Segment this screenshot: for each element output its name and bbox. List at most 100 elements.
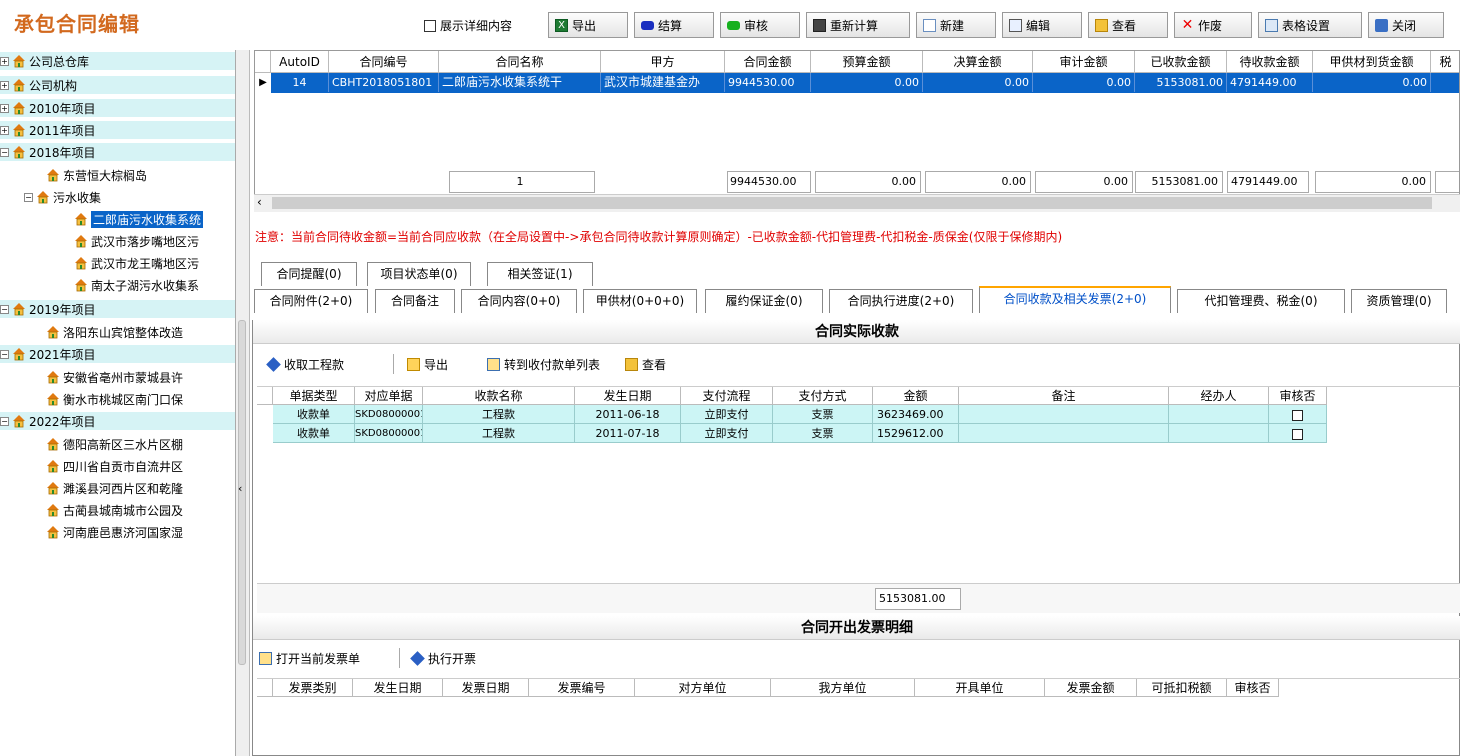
expand-icon[interactable]: + [0,56,9,66]
cell-date[interactable]: 2011-07-18 [575,424,681,443]
column-header[interactable]: 合同名称 [439,51,601,73]
column-header[interactable]: 税 [1431,51,1459,73]
tree-node[interactable]: 德阳高新区三水片区棚 [46,435,235,453]
collapse-icon[interactable]: − [0,416,9,426]
column-header[interactable]: 单据类型 [273,387,355,405]
tree-node[interactable]: 武汉市龙王嘴地区污 [74,254,235,272]
cell-receipt-name[interactable]: 工程款 [423,424,575,443]
tree-node[interactable]: − 2019年项目 [0,300,235,318]
column-header[interactable]: 甲供材到货金额 [1313,51,1431,73]
column-header[interactable]: 收款名称 [423,387,575,405]
cell-budget[interactable]: 0.00 [811,73,923,92]
tree-node[interactable]: 南太子湖污水收集系 [74,276,235,294]
checkbox-box[interactable] [424,19,436,32]
scroll-thumb[interactable] [272,197,1432,209]
tree-node[interactable]: 古蔺县城南城市公园及 [46,501,235,519]
cell-contract-name[interactable]: 二郎庙污水收集系统干 [439,73,601,92]
table-settings-button[interactable]: 表格设置 [1258,12,1362,38]
tree-node[interactable]: 安徽省亳州市蒙城县许 [46,368,235,386]
cell-doc-type[interactable]: 收款单 [273,424,355,443]
column-header[interactable]: 预算金额 [811,51,923,73]
cell-handler[interactable] [1169,405,1269,424]
column-header[interactable]: 发票金额 [1045,679,1137,697]
column-header[interactable]: 我方单位 [771,679,915,697]
cell-audited[interactable] [1269,405,1327,424]
cell-doc-no[interactable]: SKD080000011 [355,424,423,443]
column-header[interactable]: AutoID [271,51,329,73]
tree-node[interactable]: 濉溪县河西片区和乾隆 [46,479,235,497]
column-header[interactable]: 发票日期 [443,679,529,697]
tree-node[interactable]: 武汉市落步嘴地区污 [74,232,235,250]
column-header[interactable]: 审核否 [1227,679,1279,697]
cell-pending[interactable]: 4791449.00 [1227,73,1313,92]
cell-material[interactable]: 0.00 [1313,73,1431,92]
cell-handler[interactable] [1169,424,1269,443]
tree-node[interactable]: − 污水收集 [24,188,235,206]
tree-node[interactable]: 四川省自贡市自流井区 [46,457,235,475]
show-detail-checkbox[interactable]: 展示详细内容 [424,17,512,34]
audit-checkbox[interactable] [1292,409,1303,421]
column-header[interactable]: 待收款金额 [1227,51,1313,73]
tab-contract-content[interactable]: 合同内容(0+0) [461,289,577,313]
tree-node[interactable]: +2011年项目 [0,121,235,139]
tab-remarks[interactable]: 合同备注 [375,289,455,313]
tab-performance-bond[interactable]: 履约保证金(0) [705,289,823,313]
view-button[interactable]: 查看 [1088,12,1168,38]
tree-node[interactable]: 河南鹿邑惠济河国家湿 [46,523,235,541]
tree-node-selected[interactable]: 二郎庙污水收集系统 [74,210,235,228]
tree-node[interactable]: − 2018年项目 [0,143,235,161]
tree-node[interactable]: 东营恒大棕榈岛 [46,166,235,184]
table-row[interactable]: 收款单 SKD080000011 工程款 2011-07-18 立即支付 支票 … [273,424,1327,443]
issue-invoice-button[interactable]: 执行开票 [410,650,476,667]
column-header[interactable]: 支付方式 [773,387,873,405]
collect-payment-button[interactable]: 收取工程款 [266,356,344,373]
column-header[interactable]: 对应单据 [355,387,423,405]
tree-node[interactable]: + 公司机构 [0,76,235,94]
cell-received[interactable]: 5153081.00 [1135,73,1227,92]
column-header[interactable]: 甲方 [601,51,725,73]
tab-attachments[interactable]: 合同附件(2+0) [254,289,368,313]
column-header[interactable]: 合同编号 [329,51,439,73]
cell-contract-no[interactable]: CBHT2018051801 [329,73,439,92]
cell-flow[interactable]: 立即支付 [681,424,773,443]
cell-doc-type[interactable]: 收款单 [273,405,355,424]
tab-receipts-invoices[interactable]: 合同收款及相关发票(2+0) [979,286,1171,313]
column-header[interactable]: 对方单位 [635,679,771,697]
void-button[interactable]: ✕ 作废 [1174,12,1252,38]
cell-autoid[interactable]: 14 [271,73,329,92]
collapse-icon[interactable]: − [0,147,9,157]
tree-node[interactable]: 衡水市桃城区南门口保 [46,390,235,408]
cell-audit[interactable]: 0.00 [1033,73,1135,92]
tree-node[interactable]: 洛阳东山宾馆整体改造 [46,323,235,341]
cell-party-a[interactable]: 武汉市城建基金办 [601,73,725,92]
column-header[interactable]: 发票编号 [529,679,635,697]
tab-project-status[interactable]: 项目状态单(0) [367,262,471,286]
settle-button[interactable]: 结算 [634,12,714,38]
expand-icon[interactable]: + [0,125,9,135]
splitter[interactable]: ‹ [236,50,250,756]
table-row[interactable]: 收款单 SKD080000010 工程款 2011-06-18 立即支付 支票 … [273,405,1327,424]
goto-payment-list-button[interactable]: 转到收付款单列表 [487,356,600,373]
cell-doc-no[interactable]: SKD080000010 [355,405,423,424]
new-button[interactable]: 新建 [916,12,996,38]
tab-supplied-material[interactable]: 甲供材(0+0+0) [583,289,697,313]
tree-node[interactable]: + 公司总仓库 [0,52,235,70]
collapse-icon[interactable]: − [0,304,9,314]
tree-node[interactable]: − 2022年项目 [0,412,235,430]
cell-receipt-name[interactable]: 工程款 [423,405,575,424]
column-header[interactable]: 发票类别 [273,679,353,697]
column-header[interactable]: 决算金额 [923,51,1033,73]
cell-final[interactable]: 0.00 [923,73,1033,92]
cell-amount[interactable]: 1529612.00 [873,424,959,443]
cell-method[interactable]: 支票 [773,405,873,424]
tab-withheld-fees[interactable]: 代扣管理费、税金(0) [1177,289,1345,313]
column-header[interactable]: 备注 [959,387,1169,405]
column-header[interactable]: 支付流程 [681,387,773,405]
edit-button[interactable]: 编辑 [1002,12,1082,38]
horizontal-scrollbar[interactable]: ‹ [254,194,1460,212]
cell-remark[interactable] [959,424,1169,443]
close-button[interactable]: 关闭 [1368,12,1444,38]
cell-audited[interactable] [1269,424,1327,443]
expand-icon[interactable]: + [0,80,9,90]
chevron-left-icon[interactable]: ‹ [238,482,242,495]
